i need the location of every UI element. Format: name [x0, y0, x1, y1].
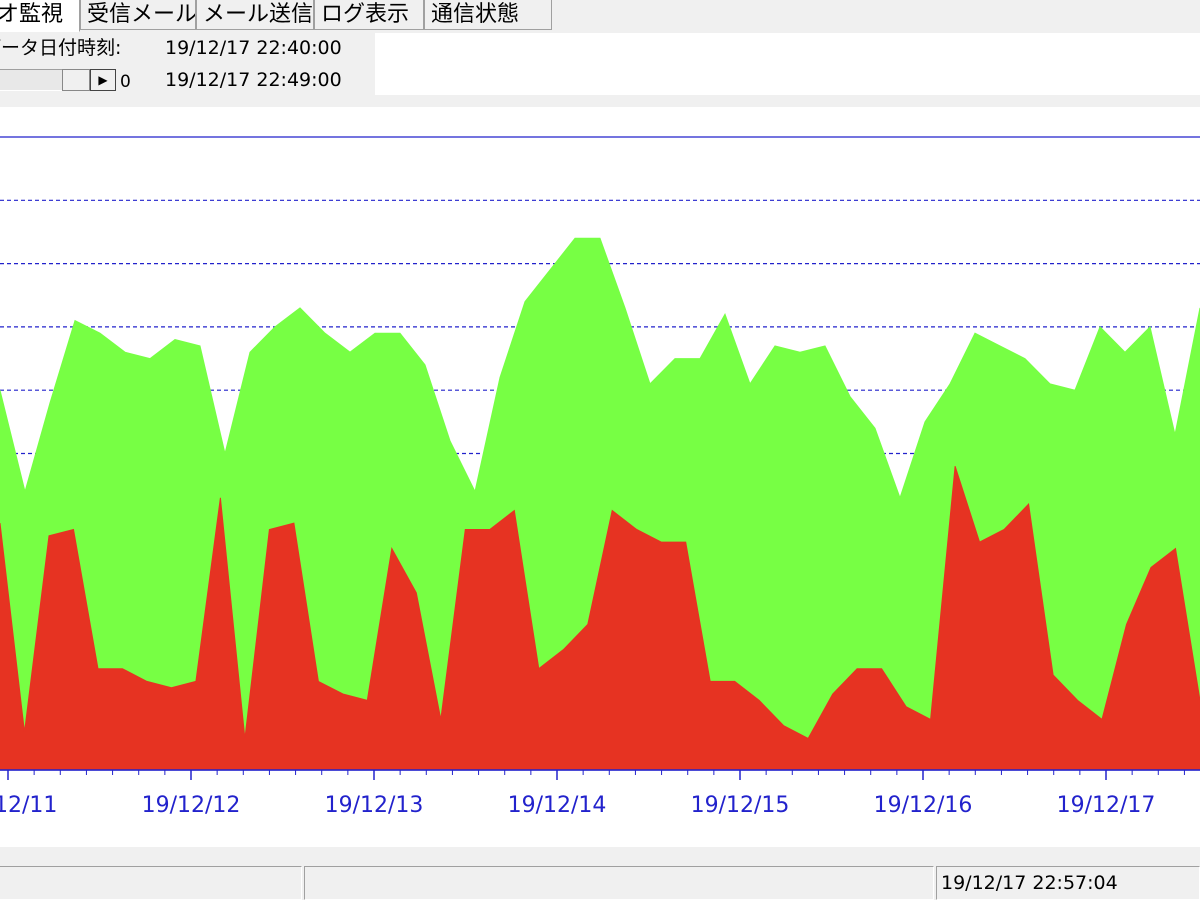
time-slider-thumb[interactable]: [62, 69, 90, 91]
slider-value: 0: [120, 72, 131, 92]
data-time-end: 19/12/17 22:49:00: [165, 69, 342, 91]
data-datetime-label: データ日付時刻:: [0, 37, 122, 59]
x-tick-label: 19/12/13: [325, 793, 424, 818]
status-pane-2: [304, 866, 934, 900]
tab-received-mail[interactable]: 受信メール: [80, 0, 196, 30]
x-tick-label: 19/12/11: [0, 793, 57, 818]
x-tick-label: 19/12/12: [142, 793, 241, 818]
play-right-icon: ▶: [98, 73, 108, 87]
data-time-start: 19/12/17 22:40:00: [165, 37, 342, 59]
status-datetime: 19/12/17 22:57:04: [936, 866, 1200, 900]
tab-label: ログ表示: [321, 2, 410, 27]
tab-monitor[interactable]: オ監視: [0, 0, 80, 32]
traffic-chart: 19/12/11 19/12/12 19/12/13 19/12/14 19/12/15…: [0, 107, 1200, 847]
info-blank-panel: [375, 33, 1200, 95]
tab-bar: オ監視 受信メール メール送信 ログ表示 通信状態: [0, 0, 1200, 32]
tab-comm-status[interactable]: 通信状態: [424, 0, 552, 30]
status-pane-1: [0, 866, 302, 900]
tab-label: オ監視: [0, 2, 64, 27]
x-tick-label: 19/12/17: [1057, 793, 1156, 818]
status-bar: 19/12/17 22:57:04: [0, 850, 1200, 900]
x-tick-label: 19/12/14: [508, 793, 607, 818]
time-slider-track[interactable]: [0, 69, 66, 91]
tab-label: メール送信: [203, 2, 314, 27]
chart-svg: 19/12/11 19/12/12 19/12/13 19/12/14 19/12/15…: [0, 136, 1200, 818]
tab-send-mail[interactable]: メール送信: [196, 0, 314, 30]
tab-label: 受信メール: [87, 2, 196, 27]
info-bar: データ日付時刻: 19/12/17 22:40:00 19/12/17 22:4…: [0, 33, 1200, 95]
slider-next-button[interactable]: ▶: [90, 69, 116, 91]
x-tick-label: 19/12/15: [691, 793, 790, 818]
tab-label: 通信状態: [431, 2, 520, 27]
tab-log-view[interactable]: ログ表示: [314, 0, 424, 30]
x-tick-label: 19/12/16: [874, 793, 973, 818]
